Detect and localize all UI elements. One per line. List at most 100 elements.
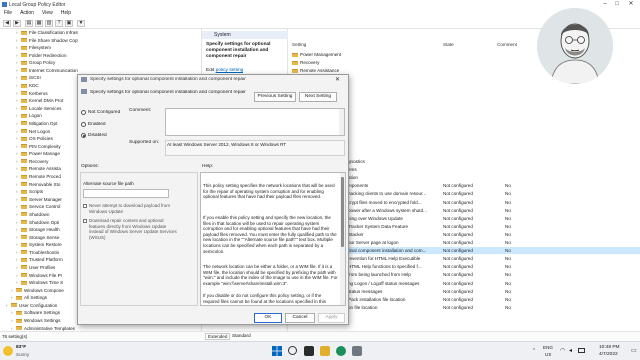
previous-setting-button[interactable]: Previous Setting	[254, 92, 296, 102]
tree-item[interactable]: › Filesystem	[16, 44, 51, 51]
clock-time[interactable]: 10:48 PM	[599, 345, 620, 350]
notification-icon[interactable]: ▭	[631, 347, 637, 354]
tree-item[interactable]: › Locale Services	[16, 105, 61, 112]
tray-language[interactable]: ENG	[543, 345, 553, 350]
comment-scrollbar[interactable]	[339, 109, 344, 135]
menu-file[interactable]: File	[4, 10, 12, 16]
folder-icon	[21, 159, 27, 164]
tree-item[interactable]: › Recovery	[16, 158, 48, 165]
tree-item[interactable]: › Remote Proced	[16, 173, 61, 180]
tree-item[interactable]: ›File Classification Infrastructure	[16, 29, 78, 36]
tree-item[interactable]: › iSCSI	[16, 74, 41, 81]
properties-icon[interactable]: ▣	[65, 20, 73, 27]
tree-item[interactable]: ›File Share Shadow Copy Provider	[16, 37, 78, 44]
tree-item[interactable]: › Net Logon	[16, 128, 50, 135]
tree-item[interactable]: › Service Control	[16, 203, 60, 210]
never-download-checkbox[interactable]	[83, 204, 87, 208]
menu-help[interactable]: Help	[61, 10, 71, 16]
tree-item[interactable]: › Windows File Pr	[16, 272, 62, 279]
dialog-close-icon[interactable]: ✕	[335, 76, 340, 83]
folder-icon	[21, 250, 27, 255]
tree-item[interactable]: › Folder Redirection	[16, 52, 67, 59]
tree-item[interactable]: › Remote Assista	[16, 165, 61, 172]
tree-item[interactable]: › Kernel DMA Prot	[16, 97, 63, 104]
tree-item[interactable]: › OS Policies	[16, 135, 53, 142]
tree-item[interactable]: › Power Manage	[16, 150, 60, 157]
ok-button[interactable]: OK	[254, 313, 282, 323]
tree-item[interactable]: › User Profiles	[16, 264, 55, 271]
tab-extended[interactable]: Extended	[205, 333, 231, 340]
weather-temp[interactable]: 83°F	[16, 345, 26, 350]
weather-sun-icon[interactable]	[3, 346, 13, 356]
edge-icon[interactable]	[336, 346, 346, 356]
menu-action[interactable]: Action	[20, 10, 34, 16]
tab-standard[interactable]: Standard	[230, 333, 253, 338]
tree-item[interactable]: › Software Settings	[11, 309, 60, 316]
tree-item[interactable]: › Storage Health	[16, 226, 60, 233]
radio-not-configured[interactable]	[81, 110, 86, 115]
tray-chevron-icon[interactable]: ⌃	[532, 348, 536, 354]
radio-disabled[interactable]	[81, 133, 86, 138]
tree-item[interactable]: › Storage Sense	[16, 234, 59, 241]
help-scrollbar-thumb[interactable]	[341, 177, 344, 247]
wifi-icon[interactable]: ◠	[560, 347, 565, 354]
download-wu-checkbox[interactable]	[83, 219, 87, 223]
filter-icon[interactable]: ▼	[77, 20, 85, 27]
comment-input[interactable]	[165, 108, 345, 136]
radio-enabled[interactable]	[81, 122, 86, 127]
search-icon[interactable]	[288, 346, 297, 355]
file-explorer-icon[interactable]	[320, 346, 330, 356]
battery-icon[interactable]	[578, 348, 585, 353]
tree-item[interactable]: › Removable Sto	[16, 181, 60, 188]
tree-item[interactable]: › Trusted Platform	[16, 256, 63, 263]
cancel-button[interactable]: Cancel	[285, 313, 315, 323]
start-icon[interactable]	[272, 346, 282, 356]
tree-item[interactable]: › Server Manager	[16, 196, 62, 203]
tree-item[interactable]: › User Configuration	[6, 302, 57, 309]
next-setting-button[interactable]: Next Setting	[299, 92, 337, 102]
tree-item[interactable]: › Group Policy	[16, 59, 55, 66]
tree-item[interactable]: › Kerberos	[16, 90, 48, 97]
task-view-icon[interactable]	[304, 346, 314, 356]
clock-date[interactable]: 4/7/2022	[599, 352, 618, 357]
tree-item[interactable]: › Windows Compone	[11, 287, 64, 294]
tree-item[interactable]: › Shutdown Opti	[16, 219, 59, 226]
tree-item[interactable]: › PIN Complexity	[16, 143, 61, 150]
tree-item[interactable]: › All Settings	[11, 294, 47, 301]
back-icon[interactable]: ◀	[3, 20, 11, 27]
folder-icon	[21, 220, 27, 224]
column-comment[interactable]: Comment	[497, 42, 517, 47]
tree-item[interactable]: › Troubleshootin	[16, 249, 59, 256]
tree-item[interactable]: › Windows Time S	[16, 279, 63, 286]
help-icon[interactable]: ?	[55, 20, 63, 27]
tree-item[interactable]: › KDC	[16, 82, 39, 89]
volume-icon[interactable]: ◂	[569, 347, 572, 354]
minimize-icon[interactable]: –	[600, 1, 610, 8]
tree-item[interactable]: › System Restore	[16, 241, 62, 248]
export-list-icon[interactable]: ▥	[45, 20, 53, 27]
alt-source-input[interactable]	[83, 189, 169, 198]
options-panel: Alternate source file path Never attempt…	[80, 172, 198, 306]
apply-button[interactable]: Apply	[318, 313, 345, 323]
edit-policy-link[interactable]: policy setting	[216, 68, 244, 73]
tree-item-label: Windows Compone	[24, 287, 64, 293]
weather-desc[interactable]: Sunny	[16, 352, 29, 357]
menu-view[interactable]: View	[42, 10, 53, 16]
forward-icon[interactable]: ▶	[13, 20, 21, 27]
tree-item[interactable]: › Windows Settings	[11, 317, 61, 324]
show-hide-tree-icon[interactable]: ▦	[35, 20, 43, 27]
close-icon[interactable]: ✕	[626, 1, 636, 8]
up-folder-icon[interactable]: ▤	[25, 20, 33, 27]
tree-item[interactable]: › Mitigation Opt	[16, 120, 57, 127]
tree-item[interactable]: › Logon	[16, 112, 42, 119]
settings-icon[interactable]	[352, 346, 362, 356]
help-scrollbar[interactable]	[340, 173, 345, 305]
column-setting[interactable]: Setting	[292, 42, 306, 47]
tree-item[interactable]: › Scripts	[16, 188, 43, 195]
tray-region[interactable]: US	[545, 352, 551, 357]
maximize-icon[interactable]: □	[612, 1, 622, 8]
tree-item[interactable]: ›Internet Communication Management	[16, 67, 78, 74]
column-state[interactable]: State	[443, 42, 454, 47]
tree-item-label: Administrative Templates	[24, 325, 75, 331]
tree-item[interactable]: › Shutdown	[16, 211, 49, 218]
